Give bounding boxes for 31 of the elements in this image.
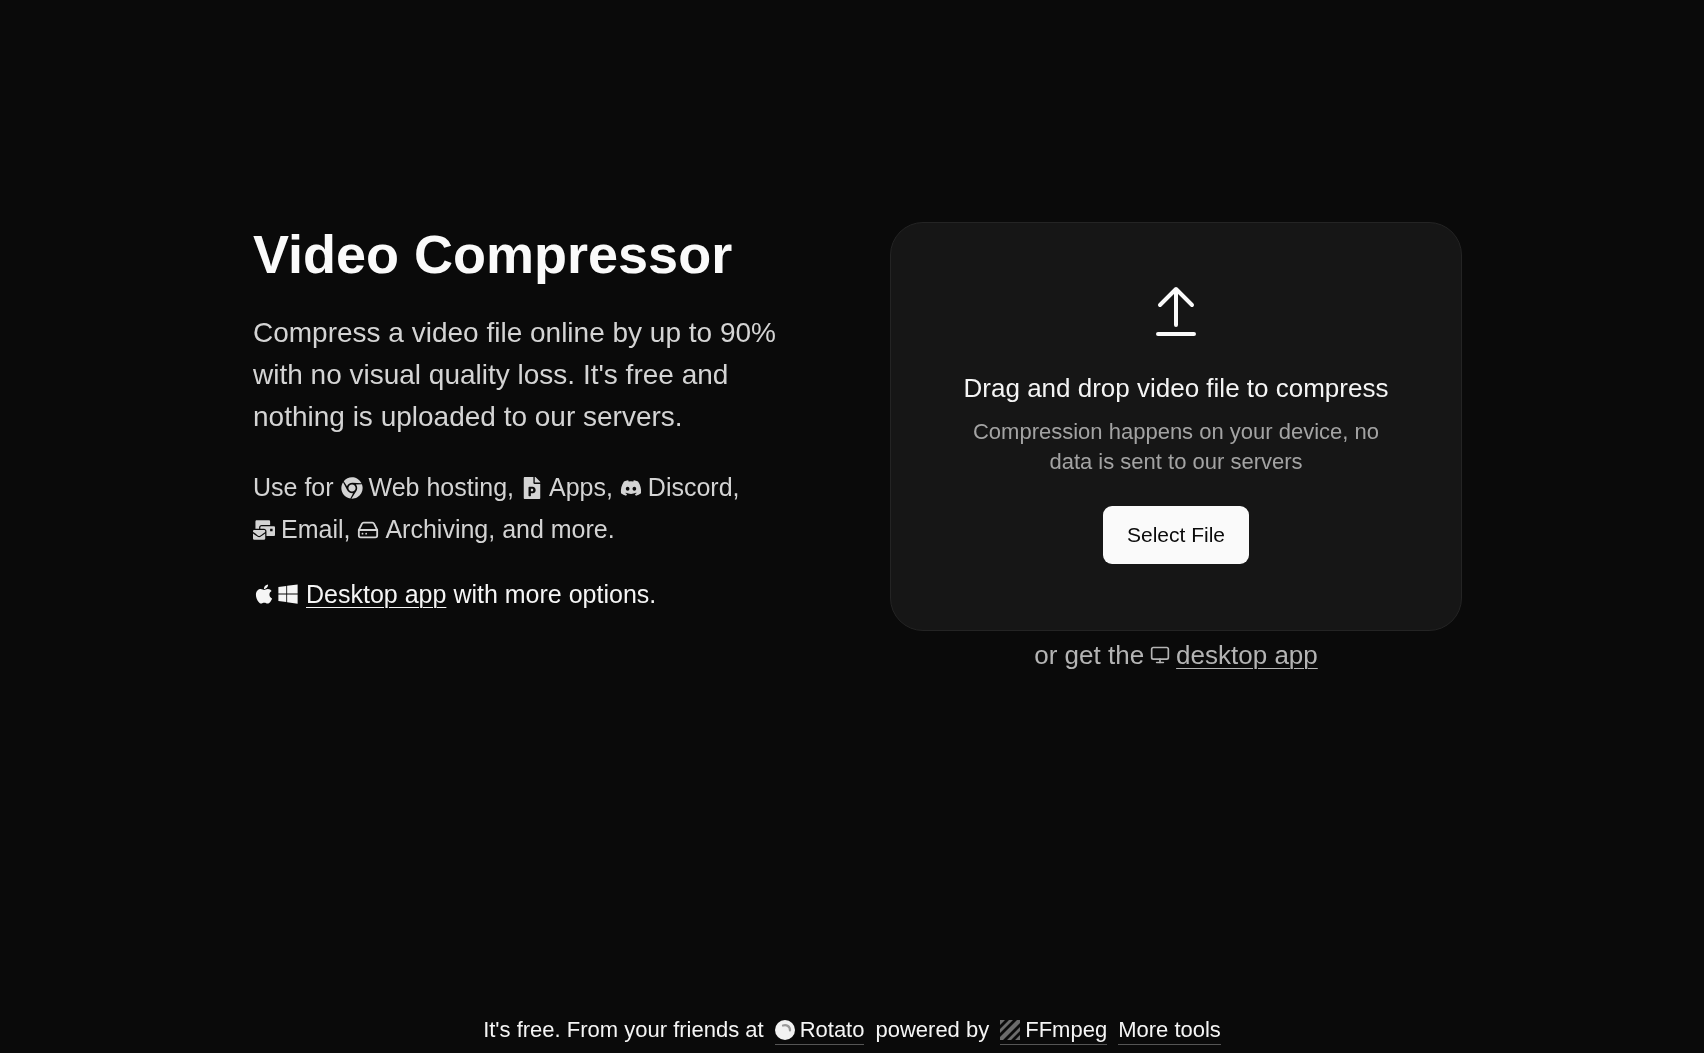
dropzone-note: Compression happens on your device, no data is sent to our servers: [972, 418, 1380, 476]
ffmpeg-link[interactable]: FFmpeg: [1000, 1015, 1108, 1045]
apple-icon: [253, 583, 275, 605]
use-case-text: Email,: [281, 515, 351, 543]
rotato-link[interactable]: Rotato: [774, 1015, 865, 1045]
upload-icon: [1156, 285, 1196, 337]
use-case-text: Apps,: [548, 473, 613, 501]
windows-icon: [277, 583, 299, 605]
prompt-text: or get the: [1034, 639, 1145, 672]
desktop-app-link[interactable]: Desktop app: [306, 573, 447, 615]
use-for-label: Use for: [253, 473, 334, 501]
description-text: Compress a video file online by up to 90% with no visual quality loss. It's free and nothing is uploaded to our servers.: [253, 316, 777, 434]
page-title: Video Compressor: [253, 225, 734, 284]
select-file-button[interactable]: Select File: [1102, 506, 1249, 564]
monitor-icon: [1150, 645, 1171, 665]
footer-text: powered by: [875, 1016, 990, 1044]
dropzone-heading: Drag and drop video file to compress: [963, 372, 1389, 404]
chrome-icon: [340, 477, 363, 499]
use-case-text: Web hosting,: [368, 473, 514, 501]
stripes-icon: [1000, 1019, 1021, 1040]
swirl-icon: [774, 1019, 795, 1040]
mail-icon: [253, 519, 275, 541]
desktop-app-note: with more options.: [453, 579, 657, 610]
desktop-app-link[interactable]: desktop app: [1176, 637, 1318, 673]
hard-drive-icon: [357, 519, 380, 541]
dropzone-card[interactable]: Drag and drop video file to compress Compression happens on your device, no data is sent to our servers Select File: [890, 222, 1462, 631]
use-case-text: Discord,: [647, 473, 740, 501]
use-for-tail: and more.: [502, 515, 615, 543]
more-tools-link[interactable]: More tools: [1118, 1015, 1221, 1045]
use-case-text: Archiving,: [385, 515, 496, 543]
footer-text: It's free. From your friends at: [483, 1016, 764, 1044]
